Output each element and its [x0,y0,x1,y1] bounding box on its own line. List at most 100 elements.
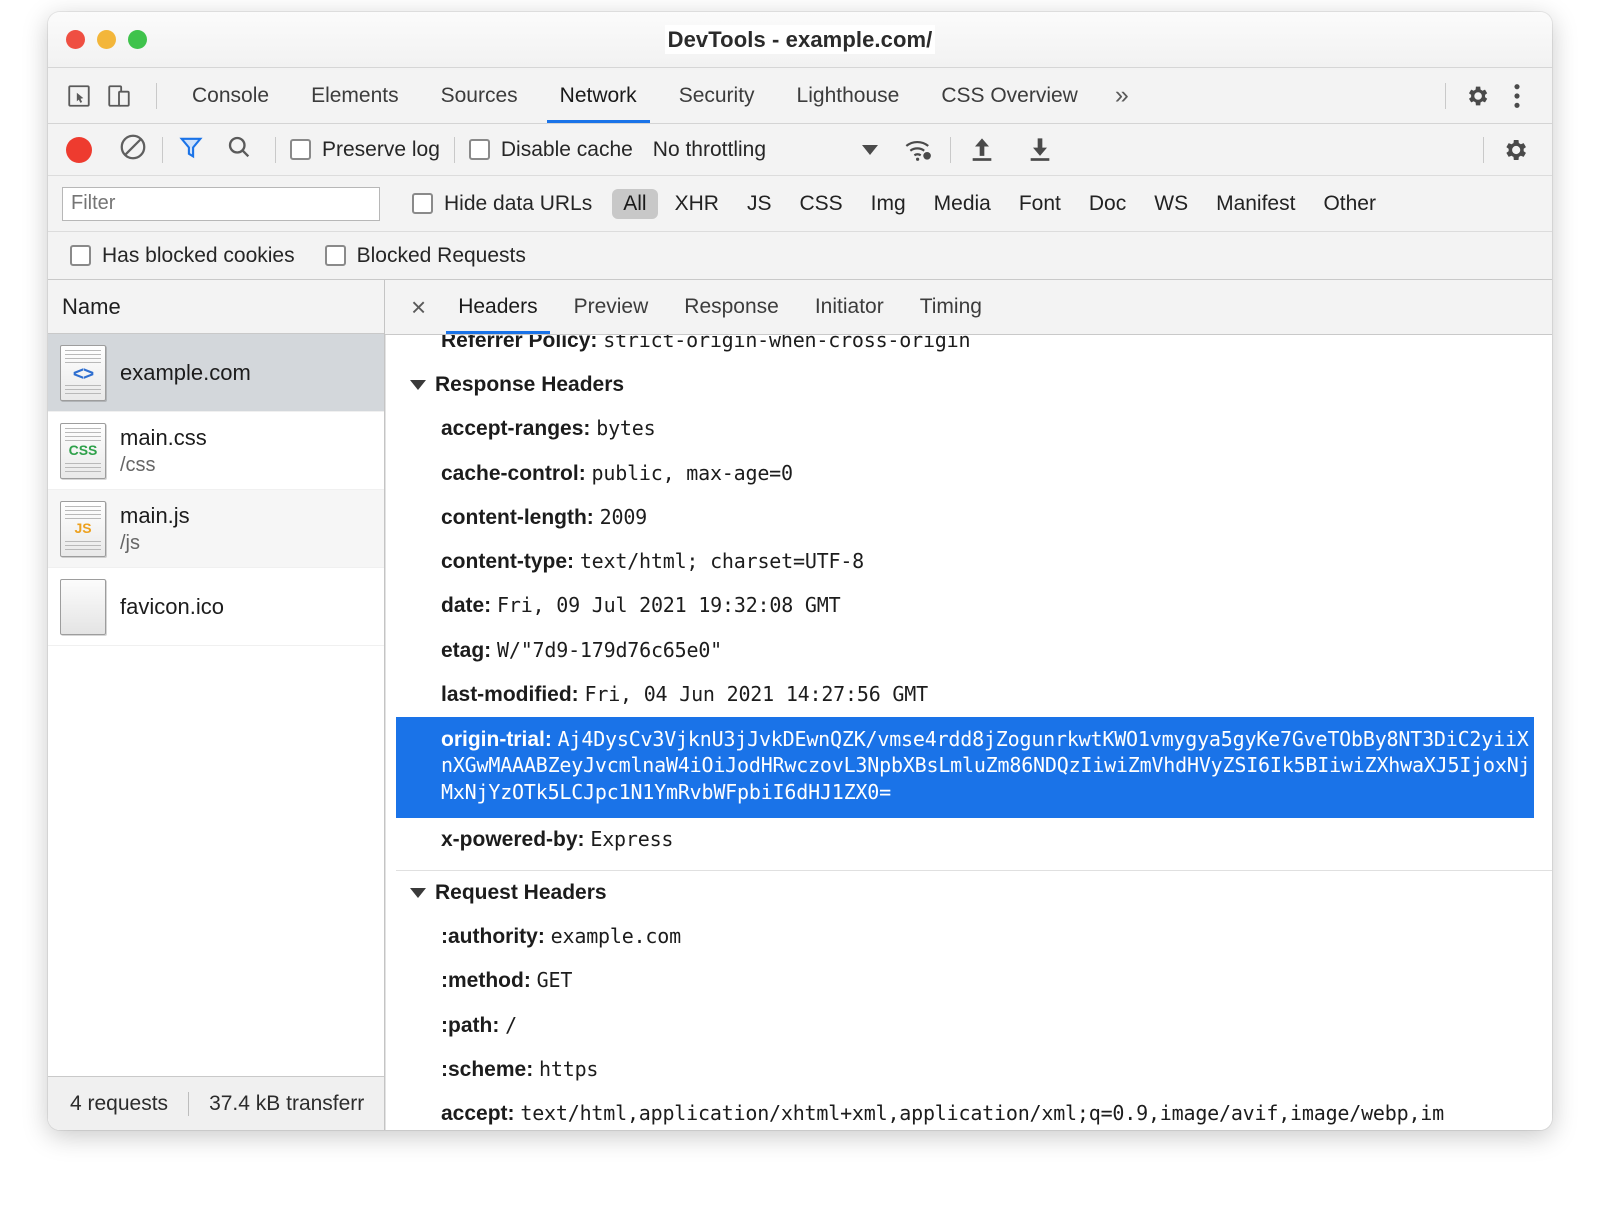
section-label: Request Headers [435,881,607,905]
header-value: Fri, 04 Jun 2021 14:27:56 GMT [585,682,928,706]
column-header-name: Name [62,294,121,320]
more-tabs-button[interactable]: » [1099,68,1145,123]
has-blocked-cookies-box[interactable] [70,245,91,266]
request-row-text: favicon.ico [120,594,224,620]
has-blocked-cookies-checkbox[interactable]: Has blocked cookies [70,244,295,268]
tab-sources-label: Sources [441,84,518,108]
disable-cache-checkbox[interactable]: Disable cache [469,138,633,162]
tab-css-overview[interactable]: CSS Overview [920,68,1099,123]
clear-requests-icon[interactable] [118,132,148,168]
detail-tabbar: × Headers Preview Response Initiator Tim… [385,280,1552,335]
type-filter-img[interactable]: Img [860,189,917,219]
section-label: Response Headers [435,373,624,397]
blocked-requests-box[interactable] [325,245,346,266]
more-vertical-icon[interactable] [1500,79,1534,113]
header-value: 2009 [600,505,647,529]
network-body: Name <> example.com [48,280,1552,1130]
type-filter-xhr[interactable]: XHR [664,189,730,219]
disable-cache-label: Disable cache [501,138,633,162]
tab-elements[interactable]: Elements [290,68,420,123]
preserve-log-checkbox[interactable]: Preserve log [290,138,440,162]
type-filter-font[interactable]: Font [1008,189,1072,219]
header-key: :path: [441,1014,499,1037]
header-key: :method: [441,969,531,992]
triangle-down-icon[interactable] [410,888,426,898]
header-row-date: date: Fri, 09 Jul 2021 19:32:08 GMT [396,584,1552,628]
header-key: accept: [441,1102,515,1125]
section-request-headers[interactable]: Request Headers [396,871,1552,915]
triangle-down-icon[interactable] [410,380,426,390]
has-blocked-cookies-label: Has blocked cookies [102,244,295,268]
panel-tabbar-actions [1431,68,1540,123]
type-filter-manifest[interactable]: Manifest [1205,189,1306,219]
request-row-favicon-ico[interactable]: favicon.ico [48,568,384,646]
header-value: GET [537,968,573,992]
header-value: public, max-age=0 [592,461,793,485]
detail-tab-headers[interactable]: Headers [440,280,555,334]
blocked-requests-checkbox[interactable]: Blocked Requests [325,244,526,268]
type-filter-other[interactable]: Other [1312,189,1387,219]
type-filter-doc[interactable]: Doc [1078,189,1137,219]
tab-console[interactable]: Console [171,68,290,123]
requests-count: 4 requests [70,1092,168,1116]
header-value: https [539,1057,598,1081]
tab-css-overview-label: CSS Overview [941,84,1078,108]
detail-tab-preview[interactable]: Preview [556,280,667,334]
request-row-main-js[interactable]: JS main.js /js [48,490,384,568]
tab-network[interactable]: Network [539,68,658,123]
download-har-icon[interactable] [1023,133,1057,167]
filter-icon[interactable] [177,133,205,167]
request-row-main-css[interactable]: CSS main.css /css [48,412,384,490]
detail-tab-initiator[interactable]: Initiator [797,280,902,334]
type-filter-all[interactable]: All [612,189,657,219]
network-settings-gear-icon[interactable] [1498,133,1532,167]
throttling-dropdown[interactable]: No throttling [653,138,878,162]
header-row-origin-trial[interactable]: origin-trial: Aj4DysCv3VjknU3jJvkDEwnQZK… [396,717,1534,818]
hide-data-urls-checkbox[interactable]: Hide data URLs [412,192,592,216]
hide-data-urls-box[interactable] [412,193,433,214]
network-toolbar-right [1469,124,1538,175]
preserve-log-label: Preserve log [322,138,440,162]
close-detail-icon[interactable]: × [397,294,440,320]
type-filter-media[interactable]: Media [923,189,1002,219]
detail-tab-response[interactable]: Response [666,280,797,334]
more-tabs-label: » [1115,81,1129,110]
status-divider [188,1092,189,1116]
network-conditions-icon[interactable] [902,133,936,167]
network-toolbar: Preserve log Disable cache No throttling [48,124,1552,176]
upload-har-icon[interactable] [965,133,999,167]
disable-cache-box[interactable] [469,139,490,160]
type-filter-css[interactable]: CSS [788,189,853,219]
request-row-text: main.css /css [120,425,207,477]
header-value: W/"7d9-179d76c65e0" [497,638,722,662]
headers-scroll-container[interactable]: Referrer Policy: strict-origin-when-cros… [385,335,1552,1130]
header-key: :authority: [441,925,545,948]
request-row-example-com[interactable]: <> example.com [48,334,384,412]
blocked-filters-bar: Has blocked cookies Blocked Requests [48,232,1552,280]
device-toolbar-icon[interactable] [102,79,136,113]
network-toolbar-divider-2 [275,137,276,163]
resource-type-filters: All XHR JS CSS Img Media Font Doc WS Man… [612,189,1393,219]
settings-gear-icon[interactable] [1460,79,1494,113]
header-key: x-powered-by: [441,828,585,851]
tab-lighthouse[interactable]: Lighthouse [776,68,921,123]
request-path: /js [120,532,190,555]
type-filter-js[interactable]: JS [736,189,783,219]
preserve-log-box[interactable] [290,139,311,160]
header-key: content-type: [441,550,574,573]
type-filter-ws[interactable]: WS [1143,189,1199,219]
network-toolbar-divider-1 [162,137,163,163]
tab-security[interactable]: Security [658,68,776,123]
filter-input[interactable] [62,187,380,221]
css-file-icon: CSS [60,423,106,479]
inspect-cursor-icon[interactable] [62,79,96,113]
search-icon[interactable] [225,133,253,167]
record-button[interactable] [66,137,92,163]
section-response-headers[interactable]: Response Headers [396,363,1552,407]
header-value: bytes [596,416,655,440]
requests-column-header[interactable]: Name [48,280,384,334]
detail-tab-timing[interactable]: Timing [902,280,1000,334]
chevron-down-icon[interactable] [862,145,878,155]
tab-security-label: Security [679,84,755,108]
tab-sources[interactable]: Sources [420,68,539,123]
